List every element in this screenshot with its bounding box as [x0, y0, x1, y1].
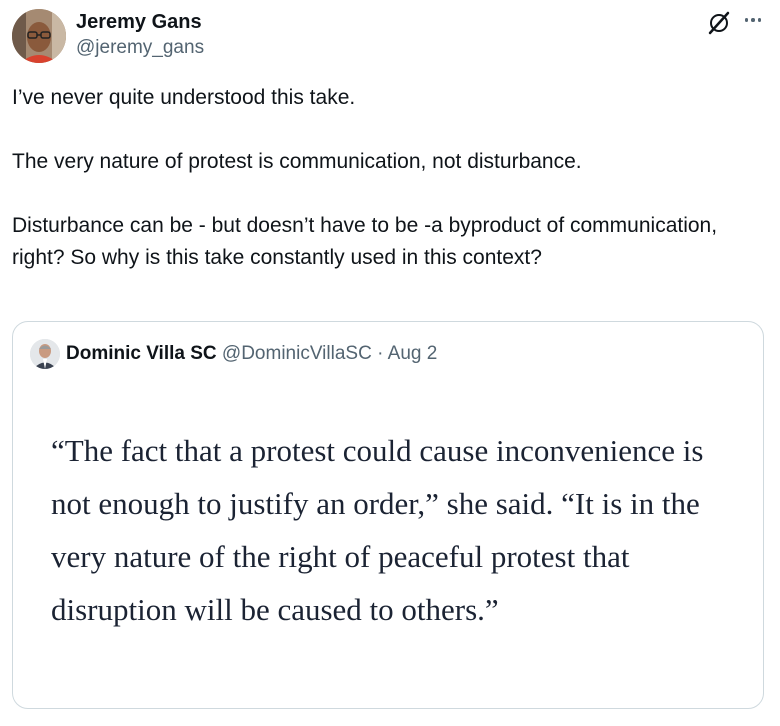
quoted-image-text: “The fact that a protest could cause inc… [51, 433, 704, 627]
meta-separator: · [371, 343, 388, 364]
x-logo-icon[interactable] [704, 8, 734, 38]
tweet-paragraph: I’ve never quite understood this take. [12, 86, 356, 109]
more-options-icon[interactable] [738, 8, 768, 32]
author-avatar[interactable] [12, 9, 66, 63]
profile-photo-icon [30, 339, 60, 369]
tweet-paragraph: Disturbance can be - but doesn’t have to… [12, 214, 718, 269]
quoted-image[interactable]: “The fact that a protest could cause inc… [13, 384, 763, 708]
quoted-header: Dominic Villa SC @DominicVillaSC · Aug 2 [66, 341, 437, 367]
author-name[interactable]: Jeremy Gans [76, 10, 202, 34]
quoted-date[interactable]: Aug 2 [388, 343, 438, 364]
quoted-author-name[interactable]: Dominic Villa SC [66, 343, 217, 364]
tweet-text: I’ve never quite understood this take. T… [12, 82, 762, 274]
quoted-tweet[interactable]: Dominic Villa SC @DominicVillaSC · Aug 2… [12, 321, 764, 709]
profile-photo-icon [12, 9, 66, 63]
tweet-paragraph: The very nature of protest is communicat… [12, 150, 582, 173]
quoted-author-handle[interactable]: @DominicVillaSC [222, 343, 372, 364]
author-handle[interactable]: @jeremy_gans [76, 36, 204, 60]
quoted-author-avatar[interactable] [30, 339, 60, 369]
